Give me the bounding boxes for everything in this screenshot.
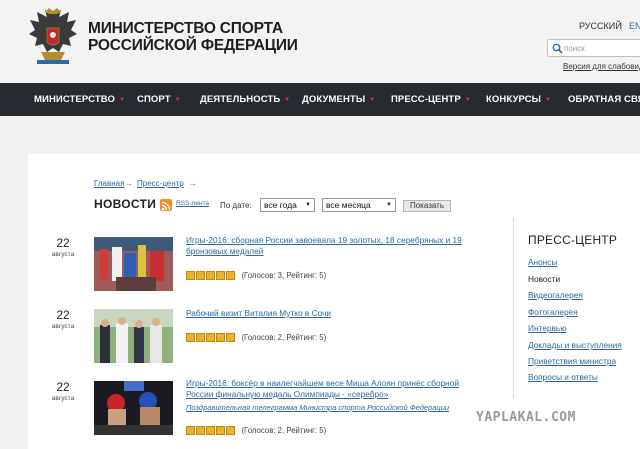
year-select[interactable]: все года ▼ [260,198,315,212]
news-subtitle-link[interactable]: Поздравительная телеграмма Министра спор… [186,403,449,412]
news-day: 22 [56,380,70,394]
date-filter-label: По дате: [220,201,252,210]
nav-item-label: ДЕЯТЕЛЬНОСТЬ [200,94,281,105]
nav-item-documents[interactable]: ДОКУМЕНТЫ ▼ [302,83,375,116]
nav-item-feedback[interactable]: ОБРАТНАЯ СВЯЗЬ [568,83,640,116]
news-thumbnail[interactable] [94,237,173,291]
sidebar-item-photo-gallery[interactable]: Фотогалерея [528,307,578,317]
lang-en-link[interactable]: ENG [629,21,640,31]
news-title-link[interactable]: Рабочий визит Виталия Мутко в Сочи [186,308,486,319]
star-icon[interactable] [196,426,205,436]
chevron-down-icon: ▼ [386,202,392,208]
star-icon[interactable] [216,271,225,281]
breadcrumb-arrow-icon: → [189,179,197,188]
breadcrumb-press-center[interactable]: Пресс-центр [137,179,184,188]
site-title[interactable]: МИНИСТЕРСТВО СПОРТА РОССИЙСКОЙ ФЕДЕРАЦИИ [88,20,298,54]
star-icon[interactable] [196,271,205,281]
news-thumbnail[interactable] [94,309,173,363]
emblem-icon[interactable] [27,8,79,66]
caret-down-icon: ▼ [284,97,291,103]
star-icon[interactable] [186,333,195,343]
news-title-link[interactable]: Игры-2016: сборная России завоевала 19 з… [186,235,486,257]
low-vision-link[interactable]: Версия для слабовидящих [563,62,640,71]
nav-item-sport[interactable]: СПОРТ ▼ [137,83,181,116]
nav-item-label: ДОКУМЕНТЫ [302,94,366,105]
site-header: МИНИСТЕРСТВО СПОРТА РОССИЙСКОЙ ФЕДЕРАЦИИ… [0,0,640,83]
star-icon[interactable] [196,333,205,343]
breadcrumb-home[interactable]: Главная [94,179,124,188]
show-button[interactable]: Показать [403,200,451,212]
news-day: 22 [56,236,70,250]
star-icon[interactable] [226,333,235,343]
search-icon[interactable] [552,43,563,54]
nav-item-activity[interactable]: ДЕЯТЕЛЬНОСТЬ ▼ [200,83,290,116]
nav-item-label: ОБРАТНАЯ СВЯЗЬ [568,94,640,105]
caret-down-icon: ▼ [174,97,181,103]
breadcrumb-arrow-icon: → [125,179,133,188]
lang-ru-link[interactable]: РУССКИЙ [579,21,622,31]
chevron-down-icon: ▼ [305,202,311,208]
star-icon[interactable] [226,271,235,281]
month-select-value: все месяца [326,200,371,210]
star-icon[interactable] [216,333,225,343]
year-select-value: все года [264,200,297,210]
sidebar-item-interviews[interactable]: Интервью [528,323,566,333]
news-month: августа [51,395,75,402]
caret-down-icon: ▼ [464,97,471,103]
sidebar-title: ПРЕСС-ЦЕНТР [528,233,618,247]
page-title: НОВОСТИ [94,197,157,211]
sidebar-item-announcements[interactable]: Анонсы [528,257,557,267]
news-thumbnail[interactable] [94,381,173,435]
caret-down-icon: ▼ [369,97,376,103]
nav-item-label: МИНИСТЕРСТВО [34,94,115,105]
nav-item-label: ПРЕСС-ЦЕНТР [391,94,461,105]
nav-item-label: СПОРТ [137,94,171,105]
rating-text: (Голосов: 2, Рейтинг: 5) [241,333,327,343]
news-month: августа [51,323,75,330]
site-title-line2: РОССИЙСКОЙ ФЕДЕРАЦИИ [88,37,298,54]
rating-text: (Голосов: 3, Рейтинг: 5) [241,271,327,281]
rss-icon[interactable] [160,199,172,211]
news-month: августа [51,251,75,258]
news-title-link[interactable]: Игры-2016: боксёр в наилегчайшем весе Ми… [186,378,486,400]
sidebar-item-reports[interactable]: Доклады и выступления [528,340,622,350]
star-icon[interactable] [206,426,215,436]
star-icon[interactable] [186,271,195,281]
news-rating: (Голосов: 3, Рейтинг: 5) [186,267,326,281]
sidebar-item-minister-greetings[interactable]: Приветствия министра [528,356,616,366]
news-day: 22 [56,308,70,322]
sidebar-item-video-gallery[interactable]: Видеогалерея [528,290,583,300]
nav-item-contests[interactable]: КОНКУРСЫ ▼ [486,83,551,116]
main-nav: МИНИСТЕРСТВО ▼ СПОРТ ▼ ДЕЯТЕЛЬНОСТЬ ▼ ДОКУМ… [0,83,640,116]
nav-item-label: КОНКУРСЫ [486,94,542,105]
lang-separator: | [620,21,623,31]
caret-down-icon: ▼ [545,97,552,103]
sidebar-item-news[interactable]: Новости [528,274,560,284]
rss-link[interactable]: RSS-лента [176,200,209,207]
star-icon[interactable] [186,426,195,436]
star-icon[interactable] [206,271,215,281]
sidebar-divider [513,218,514,398]
sidebar-item-faq[interactable]: Вопросы и ответы [528,372,598,382]
month-select[interactable]: все месяца ▼ [322,198,396,212]
nav-item-ministry[interactable]: МИНИСТЕРСТВО ▼ [34,83,125,116]
rating-text: (Голосов: 2, Рейтинг: 5) [241,426,327,436]
site-title-line1: МИНИСТЕРСТВО СПОРТА [88,20,283,37]
search-input[interactable] [564,41,640,55]
watermark: YAPLAKAL.COM [476,410,576,425]
news-rating: (Голосов: 2, Рейтинг: 5) [186,329,326,343]
star-icon[interactable] [216,426,225,436]
star-icon[interactable] [226,426,235,436]
star-icon[interactable] [206,333,215,343]
news-rating: (Голосов: 2, Рейтинг: 5) [186,422,326,436]
search-box [547,39,640,57]
nav-item-press-center[interactable]: ПРЕСС-ЦЕНТР ▼ [391,83,471,116]
caret-down-icon: ▼ [118,97,125,103]
